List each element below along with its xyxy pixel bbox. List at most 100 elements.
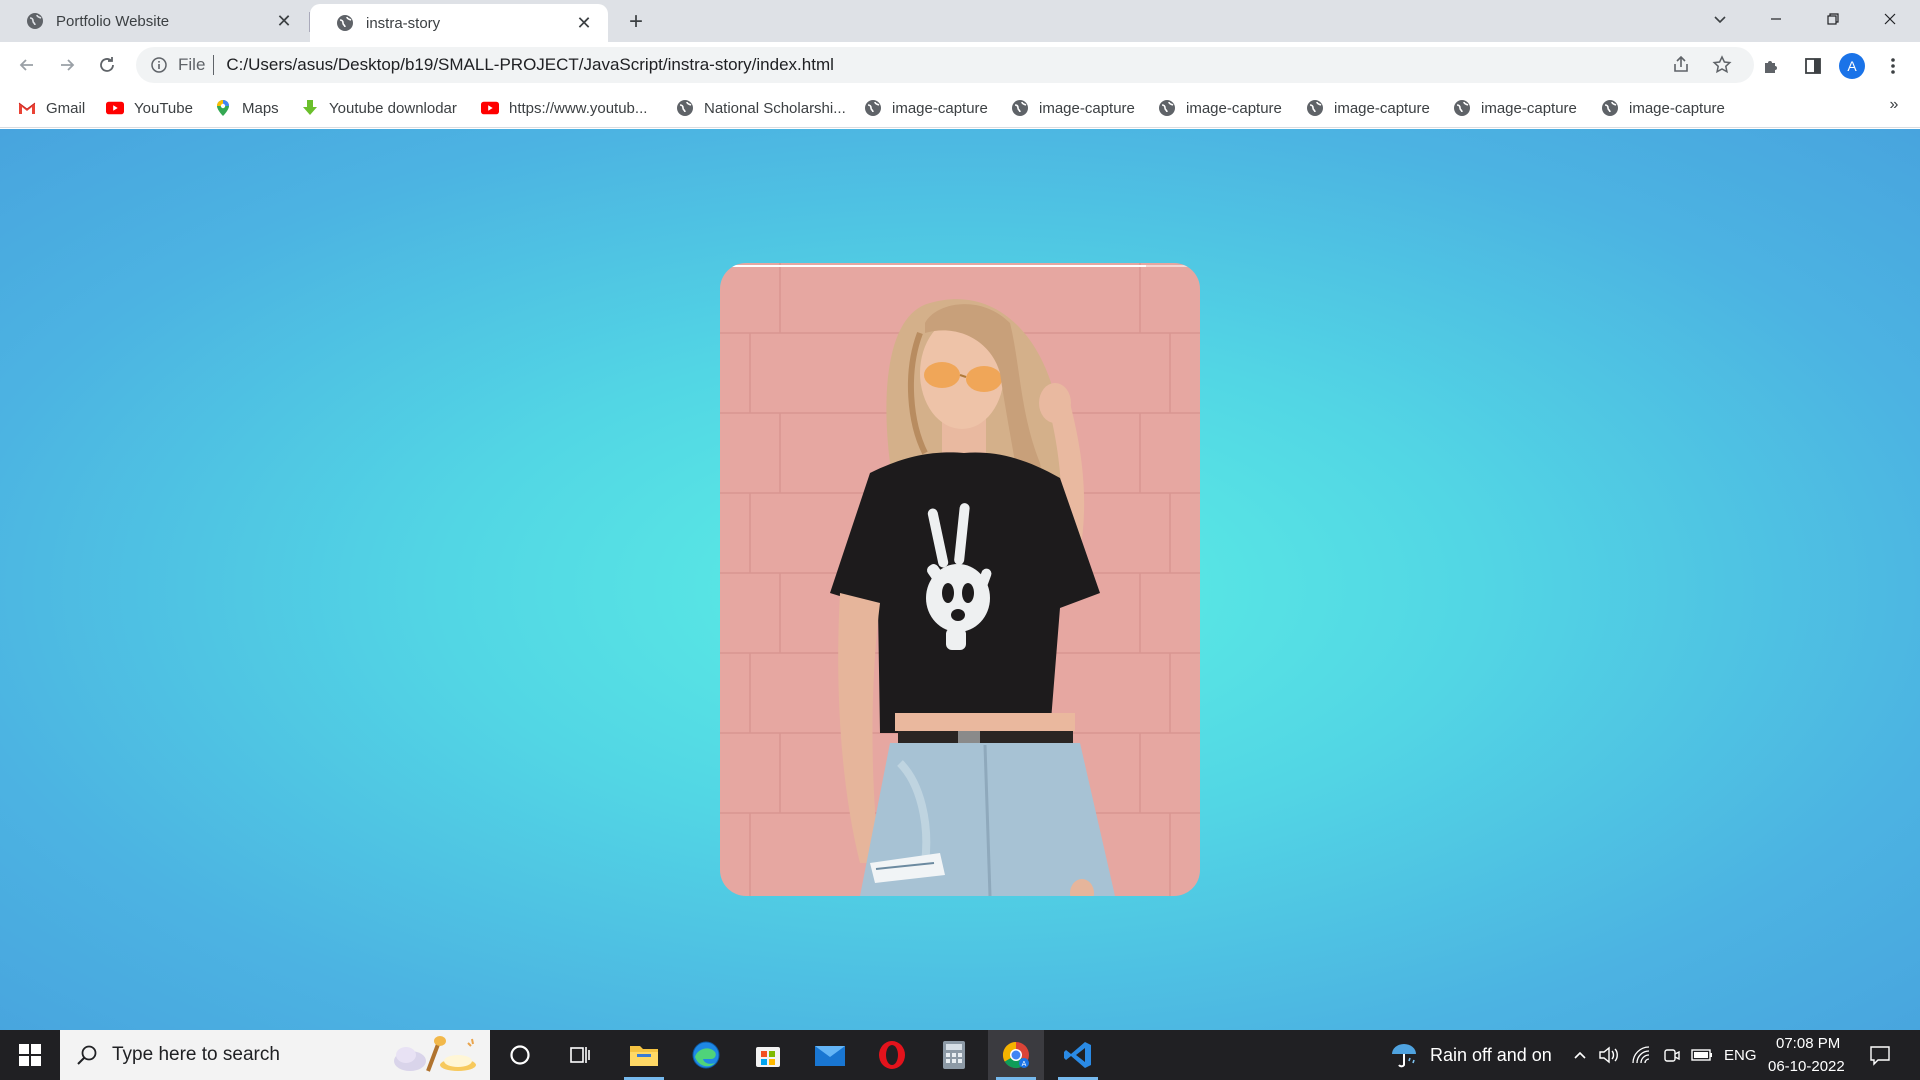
restore-button[interactable] xyxy=(1805,0,1861,38)
search-placeholder: Type here to search xyxy=(112,1044,280,1065)
bookmark-label: image-capture xyxy=(892,99,988,117)
story-progress-segment xyxy=(728,265,1192,267)
share-button[interactable] xyxy=(1666,50,1696,80)
arrow-right-icon xyxy=(61,59,75,71)
minimize-button[interactable] xyxy=(1748,0,1804,38)
notifications-button[interactable] xyxy=(1868,1043,1892,1067)
story-card[interactable] xyxy=(720,263,1200,896)
show-hidden-icons-button[interactable] xyxy=(1568,1043,1592,1067)
menu-button[interactable] xyxy=(1877,50,1909,82)
arrow-left-icon xyxy=(19,59,33,71)
start-button[interactable] xyxy=(0,1030,60,1080)
taskbar-opera[interactable] xyxy=(864,1030,920,1080)
bookmark-image-capture[interactable]: image-capture xyxy=(1158,96,1282,120)
search-highlight-illustration-icon xyxy=(394,1036,476,1072)
cortana-button[interactable] xyxy=(490,1030,550,1080)
taskbar-chrome[interactable]: A xyxy=(988,1030,1044,1080)
close-tab-icon[interactable]: ✕ xyxy=(574,13,594,33)
story-progress-fill xyxy=(728,265,1146,267)
bookmark-image-capture[interactable]: image-capture xyxy=(864,96,988,120)
bookmark-youtube[interactable]: YouTube xyxy=(106,96,193,120)
back-button[interactable] xyxy=(11,49,43,81)
reload-icon xyxy=(100,57,114,72)
network-button[interactable] xyxy=(1629,1043,1653,1067)
chrome-icon: A xyxy=(1002,1041,1029,1069)
bookmark-youtube-downloader[interactable]: Youtube downlodar xyxy=(301,96,457,120)
tab-instra-story[interactable]: instra-story ✕ xyxy=(310,4,608,42)
url-text[interactable]: C:/Users/asus/Desktop/b19/SMALL-PROJECT/… xyxy=(226,55,833,75)
tab-title: instra-story xyxy=(366,14,441,32)
rain-weather-icon xyxy=(1392,1044,1416,1068)
windows-taskbar: Type here to search A Rain off and on EN… xyxy=(0,1030,1920,1080)
battery-button[interactable] xyxy=(1690,1043,1714,1067)
bookmarks-overflow-button[interactable]: » xyxy=(1882,93,1906,117)
taskbar-search-box[interactable]: Type here to search xyxy=(60,1030,490,1080)
battery-icon xyxy=(1691,1049,1712,1061)
forward-button[interactable] xyxy=(51,49,83,81)
tab-portfolio-website[interactable]: Portfolio Website ✕ xyxy=(0,0,308,42)
tab-search-button[interactable] xyxy=(1692,0,1748,38)
page-viewport xyxy=(0,129,1920,1030)
extensions-button[interactable] xyxy=(1756,50,1788,82)
taskbar-vscode[interactable] xyxy=(1050,1030,1106,1080)
globe-icon xyxy=(337,15,353,31)
address-bar[interactable]: File C:/Users/asus/Desktop/b19/SMALL-PRO… xyxy=(136,47,1754,83)
reload-button[interactable] xyxy=(91,49,123,81)
bookmark-label: image-capture xyxy=(1039,99,1135,117)
bookmark-image-capture[interactable]: image-capture xyxy=(1453,96,1577,120)
bookmark-label: image-capture xyxy=(1629,99,1725,117)
tab-title: Portfolio Website xyxy=(56,12,170,30)
volume-button[interactable] xyxy=(1597,1043,1621,1067)
close-tab-icon[interactable]: ✕ xyxy=(274,11,294,31)
taskbar-edge[interactable] xyxy=(678,1030,734,1080)
svg-text:A: A xyxy=(1022,1061,1027,1068)
task-view-button[interactable] xyxy=(550,1030,610,1080)
bookmark-star-button[interactable] xyxy=(1707,50,1737,80)
chevron-up-icon xyxy=(1574,1051,1586,1059)
close-window-button[interactable] xyxy=(1862,0,1918,38)
taskbar-file-explorer[interactable] xyxy=(616,1030,672,1080)
bookmark-image-capture[interactable]: image-capture xyxy=(1601,96,1725,120)
bookmark-label: Maps xyxy=(242,99,279,117)
input-language[interactable]: ENG xyxy=(1724,1047,1757,1064)
task-view-icon xyxy=(570,1047,590,1063)
bookmark-image-capture[interactable]: image-capture xyxy=(1011,96,1135,120)
bookmark-label: Gmail xyxy=(46,99,86,117)
bookmark-national-scholarship[interactable]: National Scholarshi... xyxy=(676,96,846,120)
clock-time[interactable]: 07:08 PM xyxy=(1776,1035,1840,1052)
youtube-icon xyxy=(106,99,124,117)
meet-now-button[interactable] xyxy=(1660,1043,1684,1067)
notification-icon xyxy=(1870,1046,1890,1066)
bookmark-maps[interactable]: Maps xyxy=(214,96,279,120)
bookmark-gmail[interactable]: Gmail xyxy=(18,96,85,120)
taskbar-calculator[interactable] xyxy=(926,1030,982,1080)
story-photo xyxy=(720,263,1200,896)
bookmark-label: image-capture xyxy=(1334,99,1430,117)
globe-icon xyxy=(676,99,694,117)
address-divider xyxy=(213,55,215,75)
new-tab-button[interactable]: + xyxy=(622,8,650,36)
camera-icon xyxy=(1664,1049,1680,1062)
weather-text[interactable]: Rain off and on xyxy=(1430,1045,1552,1066)
story-progress-bar xyxy=(728,265,1192,269)
info-icon[interactable] xyxy=(150,56,168,74)
bookmark-youtube-link[interactable]: https://www.youtub... xyxy=(481,96,647,120)
bookmark-image-capture[interactable]: image-capture xyxy=(1306,96,1430,120)
side-panel-button[interactable] xyxy=(1797,50,1829,82)
speaker-icon xyxy=(1599,1046,1618,1064)
profile-avatar[interactable]: A xyxy=(1839,53,1865,79)
youtube-icon xyxy=(481,99,499,117)
browser-toolbar: File C:/Users/asus/Desktop/b19/SMALL-PRO… xyxy=(0,42,1920,88)
opera-icon xyxy=(879,1041,905,1069)
puzzle-icon xyxy=(1765,61,1777,73)
tab-strip: Portfolio Website ✕ instra-story ✕ + xyxy=(0,0,1920,42)
taskbar-mail[interactable] xyxy=(802,1030,858,1080)
clock-date[interactable]: 06-10-2022 xyxy=(1768,1058,1845,1075)
taskbar-store[interactable] xyxy=(740,1030,796,1080)
bookmark-label: image-capture xyxy=(1481,99,1577,117)
bookmarks-bar: Gmail YouTube Maps Youtube downlodar htt… xyxy=(0,88,1920,128)
bookmark-label: YouTube xyxy=(134,99,193,117)
wifi-icon xyxy=(1632,1046,1650,1064)
edge-icon xyxy=(692,1041,720,1069)
store-icon xyxy=(756,1047,780,1067)
